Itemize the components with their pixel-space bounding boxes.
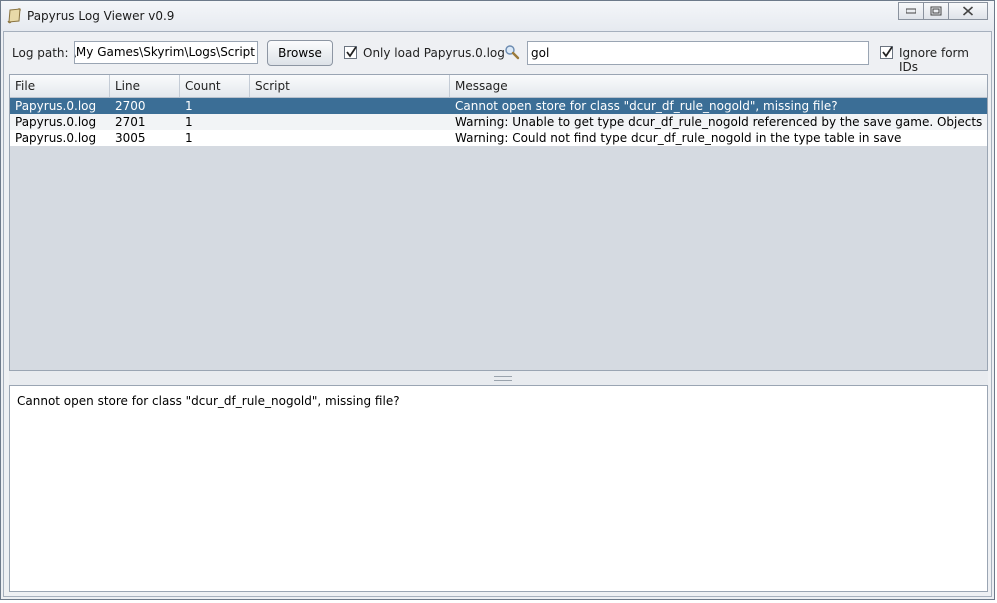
search-icon (505, 45, 520, 60)
minimize-button[interactable] (898, 2, 924, 20)
cell-line: 3005 (115, 131, 146, 145)
column-header-script[interactable]: Script (250, 75, 450, 97)
message-detail-pane[interactable]: Cannot open store for class "dcur_df_rul… (9, 385, 988, 592)
split-pane-divider[interactable] (9, 371, 988, 385)
title-bar[interactable]: Papyrus Log Viewer v0.9 (1, 1, 994, 31)
drag-handle-icon[interactable] (494, 376, 512, 381)
minimize-icon (906, 8, 916, 14)
column-header-message[interactable]: Message (450, 75, 987, 97)
only-papyrus-checkbox[interactable] (344, 46, 357, 59)
browse-button[interactable]: Browse (267, 40, 333, 66)
log-path-label: Log path: (12, 46, 69, 60)
cell-count: 1 (185, 99, 193, 113)
ignore-form-ids-label[interactable]: Ignore form IDs (899, 46, 991, 74)
window-title: Papyrus Log Viewer v0.9 (27, 9, 175, 23)
search-input[interactable]: gol (527, 41, 869, 65)
cell-file: Papyrus.0.log (15, 115, 97, 129)
ignore-form-ids-checkbox[interactable] (880, 46, 893, 59)
log-table[interactable]: File Line Count Script Message Papyrus.0… (9, 74, 988, 371)
table-header: File Line Count Script Message (10, 75, 987, 98)
maximize-button[interactable] (923, 2, 949, 20)
only-papyrus-label[interactable]: Only load Papyrus.0.log (363, 46, 505, 60)
column-header-file[interactable]: File (10, 75, 110, 97)
cell-count: 1 (185, 115, 193, 129)
detail-text: Cannot open store for class "dcur_df_rul… (17, 394, 400, 408)
cell-script (250, 98, 450, 114)
cell-line: 2700 (115, 99, 146, 113)
column-header-line[interactable]: Line (110, 75, 180, 97)
cell-script (250, 130, 450, 146)
cell-script (250, 114, 450, 130)
cell-count: 1 (185, 131, 193, 145)
scroll-icon (7, 8, 21, 24)
table-row[interactable]: Papyrus.0.log 3005 1 Warning: Could not … (10, 130, 987, 146)
checkmark-icon (882, 46, 893, 58)
toolbar: Log path: s\My Games\Skyrim\Logs\Script\… (4, 32, 991, 74)
window-controls (898, 2, 988, 22)
cell-message: Warning: Could not find type dcur_df_rul… (455, 131, 902, 145)
close-button[interactable] (948, 2, 988, 20)
table-row[interactable]: Papyrus.0.log 2700 1 Cannot open store f… (10, 98, 987, 114)
cell-file: Papyrus.0.log (15, 99, 97, 113)
log-path-input[interactable]: s\My Games\Skyrim\Logs\Script\ (74, 41, 258, 64)
cell-file: Papyrus.0.log (15, 131, 97, 145)
restore-icon (930, 6, 942, 16)
cell-message: Warning: Unable to get type dcur_df_rule… (455, 115, 985, 129)
main-panel: Log path: s\My Games\Skyrim\Logs\Script\… (3, 31, 992, 597)
cell-message: Cannot open store for class "dcur_df_rul… (455, 99, 838, 113)
table-row[interactable]: Papyrus.0.log 2701 1 Warning: Unable to … (10, 114, 987, 130)
cell-line: 2701 (115, 115, 146, 129)
app-window: Papyrus Log Viewer v0.9 Log path: s\My G… (0, 0, 995, 600)
close-icon (962, 6, 974, 16)
column-header-count[interactable]: Count (180, 75, 250, 97)
checkmark-icon (346, 46, 357, 58)
